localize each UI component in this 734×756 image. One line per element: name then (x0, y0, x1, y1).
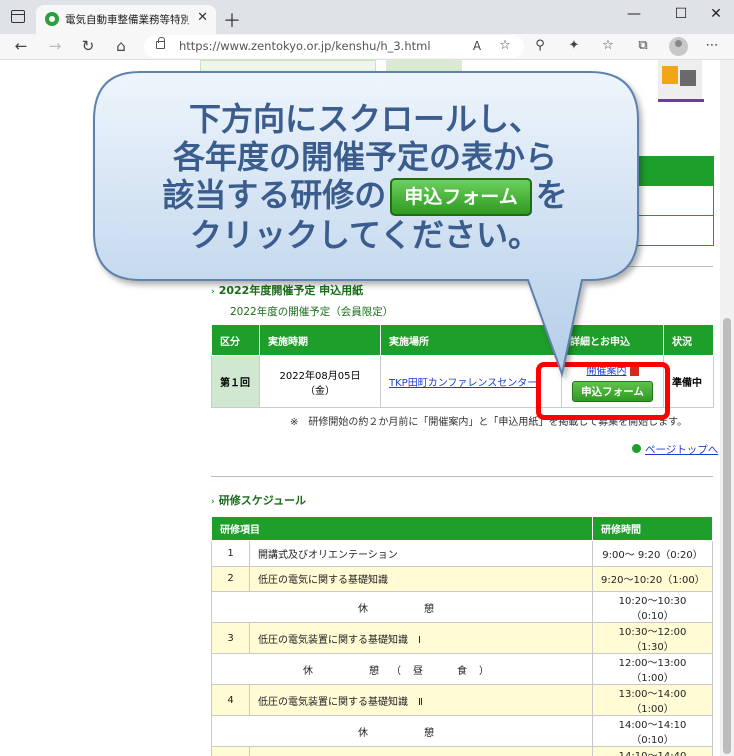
back-icon[interactable]: ← (10, 37, 32, 55)
callout-line: 該当する研修の 申込フォームを (162, 176, 568, 216)
vertical-scrollbar[interactable] (720, 60, 734, 756)
read-aloud-icon[interactable]: A (466, 39, 488, 53)
scrollbar-thumb[interactable] (723, 318, 731, 754)
title-bar: 電気自動車整備業務等特別教育 ✕ ＋ — ☐ ✕ (0, 0, 734, 34)
browser-toolbar: ← → ↻ ⌂ https://www.zentokyo.or.jp/kensh… (0, 34, 734, 60)
zoom-icon[interactable]: ⚲ (529, 38, 551, 53)
more-menu-icon[interactable]: ⋯ (701, 38, 723, 53)
favorites-icon[interactable]: ☆ (597, 38, 619, 53)
callout-line: クリックしてください。 (189, 216, 541, 254)
forward-icon[interactable]: → (44, 37, 66, 55)
callout-line: 各年度の開催予定の表から (172, 138, 557, 176)
collections-icon[interactable]: ⧉ (632, 38, 654, 53)
lock-icon[interactable] (156, 37, 165, 49)
tab-actions-icon[interactable] (11, 10, 25, 23)
profile-avatar[interactable] (669, 37, 688, 56)
browser-tab[interactable]: 電気自動車整備業務等特別教育 ✕ (36, 5, 216, 34)
tab-title: 電気自動車整備業務等特別教育 (65, 14, 189, 26)
site-favicon-icon (45, 12, 59, 26)
callout-text: 下方向にスクロールし、 各年度の開催予定の表から 該当する研修の 申込フォームを … (94, 100, 636, 254)
url-text[interactable]: https://www.zentokyo.or.jp/kenshu/h_3.ht… (179, 39, 431, 53)
refresh-icon[interactable]: ↻ (77, 37, 99, 55)
page-viewport: › 2022年度開催予定 申込用紙 2022年度の開催予定（会員限定） 区分 実施… (0, 60, 734, 756)
minimize-icon[interactable]: — (624, 6, 644, 22)
add-favorite-icon[interactable]: ☆ (494, 38, 516, 53)
new-tab-icon[interactable]: ＋ (223, 7, 241, 33)
maximize-icon[interactable]: ☐ (671, 6, 691, 22)
callout-apply-button: 申込フォーム (390, 178, 532, 216)
tab-close-icon[interactable]: ✕ (197, 10, 208, 25)
extensions-icon[interactable]: ✦ (563, 38, 585, 53)
home-icon[interactable]: ⌂ (110, 37, 132, 55)
close-window-icon[interactable]: ✕ (706, 6, 726, 22)
callout-line: 下方向にスクロールし、 (188, 100, 541, 138)
